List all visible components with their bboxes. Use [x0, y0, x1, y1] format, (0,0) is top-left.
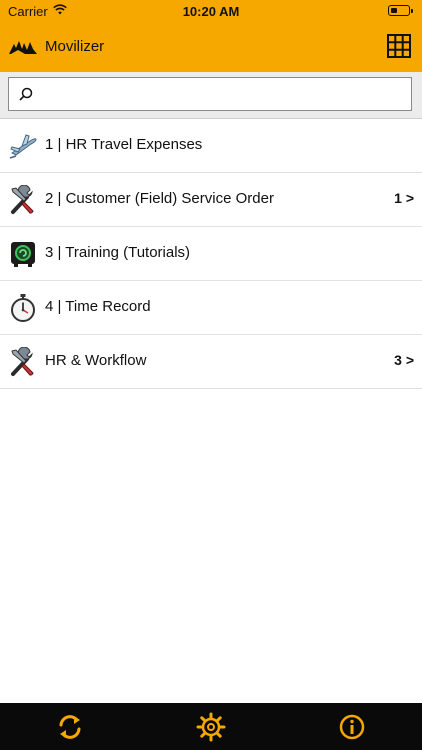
search-input[interactable]	[39, 78, 403, 112]
list-item-count: 1 >	[394, 190, 414, 206]
list-item[interactable]: HR & Workflow 3 >	[0, 335, 422, 389]
list-item[interactable]: 3 | Training (Tutorials)	[0, 227, 422, 281]
stopwatch-icon	[11, 294, 35, 322]
list-item[interactable]: 2 | Customer (Field) Service Order 1 >	[0, 173, 422, 227]
list-item[interactable]: 4 | Time Record	[0, 281, 422, 335]
tools-icon	[11, 347, 34, 376]
list-item-label: 3 | Training (Tutorials)	[45, 244, 191, 261]
bottom-toolbar	[0, 703, 422, 750]
search-bar	[0, 72, 422, 119]
airplane-icon	[9, 134, 37, 159]
info-icon[interactable]	[337, 712, 367, 742]
app-header: Carrier 10:20 AM Movilizer	[0, 0, 422, 72]
tools-icon	[11, 185, 34, 214]
status-bar: Carrier 10:20 AM	[0, 0, 422, 22]
list-item-label: 2 | Customer (Field) Service Order	[45, 190, 274, 207]
list-item-label: HR & Workflow	[45, 352, 147, 369]
grid-icon[interactable]	[387, 34, 411, 58]
menu-list: 1 | HR Travel Expenses 2 | Customer (Fie…	[0, 119, 422, 389]
navigation-bar: Movilizer	[0, 22, 422, 72]
app-title: Movilizer	[45, 38, 105, 55]
clock: 10:20 AM	[182, 4, 240, 19]
battery-icon	[388, 5, 413, 16]
movilizer-logo-icon	[9, 41, 37, 54]
list-item-label: 4 | Time Record	[45, 298, 151, 315]
search-icon	[19, 87, 33, 101]
list-item-label: 1 | HR Travel Expenses	[45, 136, 203, 153]
list-item-count: 3 >	[394, 352, 414, 368]
training-icon	[11, 242, 35, 267]
gear-icon[interactable]	[196, 712, 226, 742]
list-item[interactable]: 1 | HR Travel Expenses	[0, 119, 422, 173]
search-field[interactable]	[8, 77, 412, 112]
sync-icon[interactable]	[55, 712, 85, 742]
